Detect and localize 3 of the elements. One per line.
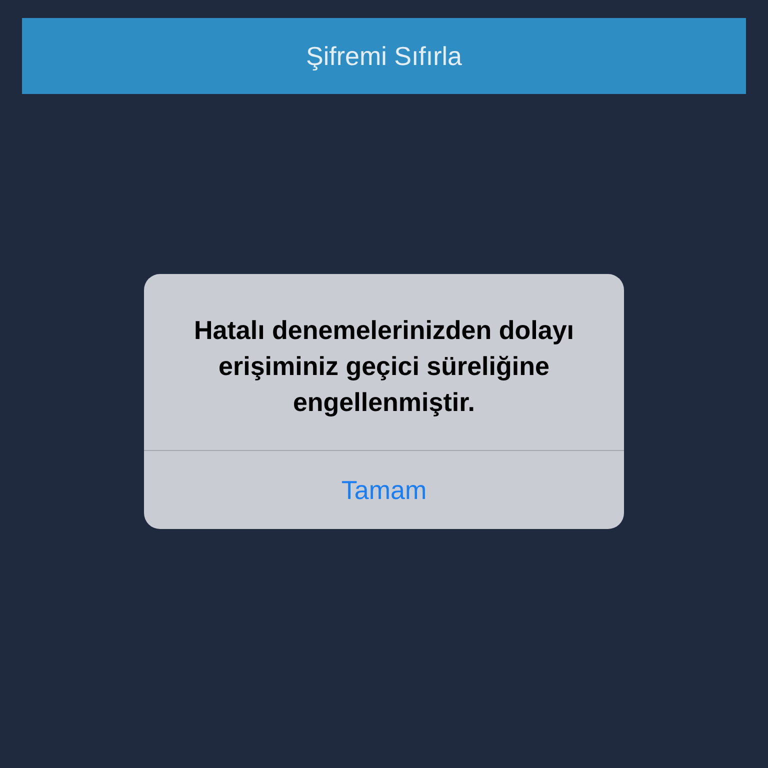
ok-button[interactable]: Tamam <box>144 451 624 529</box>
alert-message: Hatalı denemelerinizden dolayı erişiminiz geçici süreliğine engellenmiştir. <box>193 314 575 419</box>
header-title: Şifremi Sıfırla <box>306 40 462 72</box>
